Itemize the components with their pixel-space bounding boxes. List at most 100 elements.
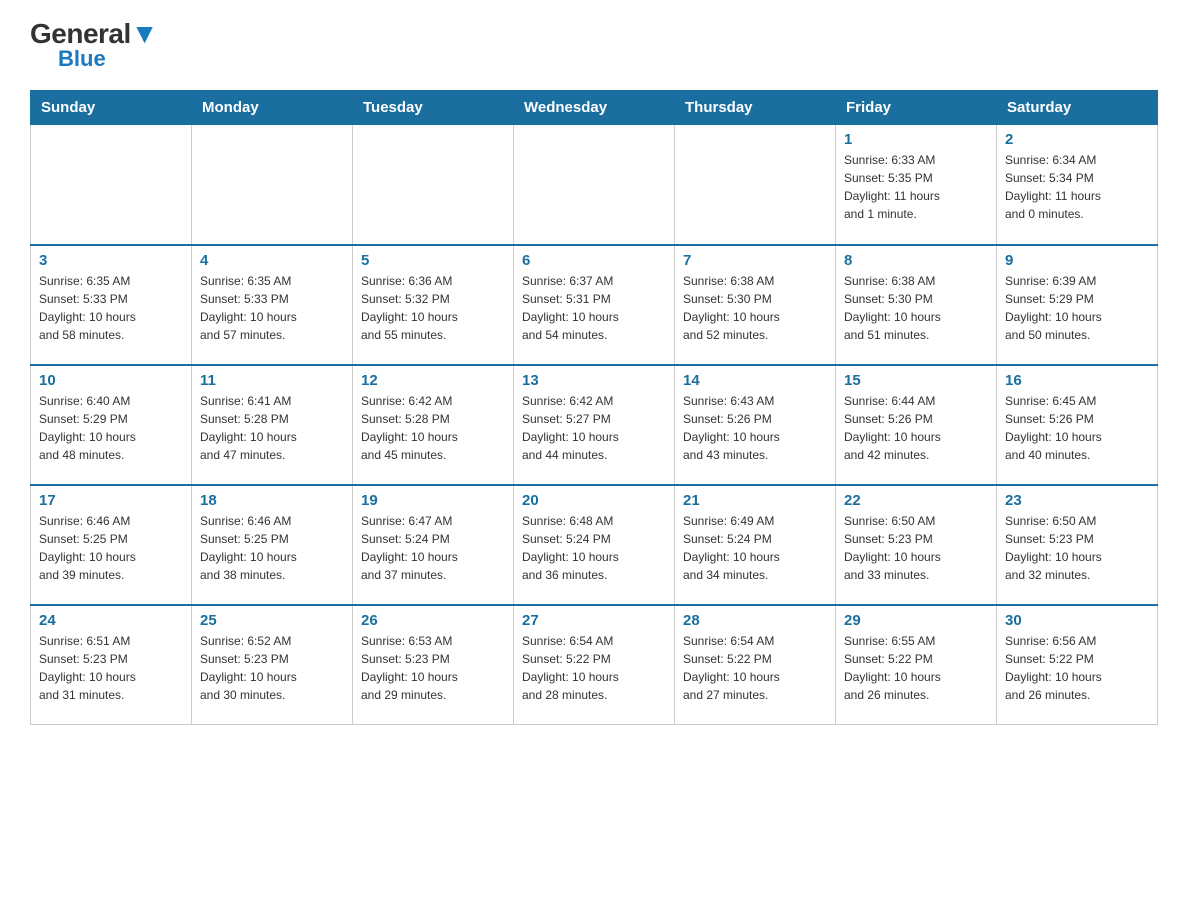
day-info: Sunrise: 6:45 AM Sunset: 5:26 PM Dayligh… (1005, 392, 1149, 464)
calendar-cell: 6 Sunrise: 6:37 AM Sunset: 5:31 PM Daylig… (514, 245, 675, 365)
weekday-header-monday: Monday (192, 91, 353, 125)
calendar-cell: 4 Sunrise: 6:35 AM Sunset: 5:33 PM Daylig… (192, 245, 353, 365)
calendar-cell: 29Sunrise: 6:55 AM Sunset: 5:22 PM Dayli… (836, 605, 997, 725)
header: General▼ Blue (30, 20, 1158, 70)
day-number: 12 (361, 372, 505, 389)
day-info: Sunrise: 6:52 AM Sunset: 5:23 PM Dayligh… (200, 632, 344, 704)
day-number: 27 (522, 612, 666, 629)
day-number: 3 (39, 252, 183, 269)
calendar-cell (192, 125, 353, 245)
calendar-cell: 11 Sunrise: 6:41 AM Sunset: 5:28 PM Dayli… (192, 365, 353, 485)
day-info: Sunrise: 6:37 AM Sunset: 5:31 PM Dayligh… (522, 272, 666, 344)
logo: General▼ Blue (30, 20, 158, 70)
day-number: 26 (361, 612, 505, 629)
calendar-cell: 3 Sunrise: 6:35 AM Sunset: 5:33 PM Daylig… (31, 245, 192, 365)
day-number: 11 (200, 372, 344, 389)
calendar-cell (31, 125, 192, 245)
day-number: 20 (522, 492, 666, 509)
day-number: 1 (844, 131, 988, 148)
day-number: 9 (1005, 252, 1149, 269)
day-number: 5 (361, 252, 505, 269)
day-number: 28 (683, 612, 827, 629)
day-info: Sunrise: 6:54 AM Sunset: 5:22 PM Dayligh… (683, 632, 827, 704)
week-row-2: 3 Sunrise: 6:35 AM Sunset: 5:33 PM Daylig… (31, 245, 1158, 365)
calendar-cell (514, 125, 675, 245)
calendar-cell: 15 Sunrise: 6:44 AM Sunset: 5:26 PM Dayli… (836, 365, 997, 485)
day-number: 6 (522, 252, 666, 269)
day-number: 8 (844, 252, 988, 269)
day-info: Sunrise: 6:51 AM Sunset: 5:23 PM Dayligh… (39, 632, 183, 704)
day-info: Sunrise: 6:35 AM Sunset: 5:33 PM Dayligh… (39, 272, 183, 344)
calendar-cell: 30 Sunrise: 6:56 AM Sunset: 5:22 PM Dayli… (997, 605, 1158, 725)
day-info: Sunrise: 6:47 AM Sunset: 5:24 PM Dayligh… (361, 512, 505, 584)
day-number: 25 (200, 612, 344, 629)
calendar-cell: 22Sunrise: 6:50 AM Sunset: 5:23 PM Dayli… (836, 485, 997, 605)
day-number: 10 (39, 372, 183, 389)
day-info: Sunrise: 6:39 AM Sunset: 5:29 PM Dayligh… (1005, 272, 1149, 344)
calendar-cell: 9 Sunrise: 6:39 AM Sunset: 5:29 PM Daylig… (997, 245, 1158, 365)
calendar-cell: 1 Sunrise: 6:33 AM Sunset: 5:35 PM Daylig… (836, 125, 997, 245)
day-info: Sunrise: 6:38 AM Sunset: 5:30 PM Dayligh… (683, 272, 827, 344)
day-info: Sunrise: 6:38 AM Sunset: 5:30 PM Dayligh… (844, 272, 988, 344)
day-info: Sunrise: 6:35 AM Sunset: 5:33 PM Dayligh… (200, 272, 344, 344)
logo-triangle-icon: ▼ (131, 18, 158, 49)
calendar-cell: 18Sunrise: 6:46 AM Sunset: 5:25 PM Dayli… (192, 485, 353, 605)
day-number: 22 (844, 492, 988, 509)
weekday-header-row: SundayMondayTuesdayWednesdayThursdayFrid… (31, 91, 1158, 125)
calendar-cell: 7 Sunrise: 6:38 AM Sunset: 5:30 PM Daylig… (675, 245, 836, 365)
day-number: 2 (1005, 131, 1149, 148)
day-info: Sunrise: 6:50 AM Sunset: 5:23 PM Dayligh… (1005, 512, 1149, 584)
calendar-cell: 12Sunrise: 6:42 AM Sunset: 5:28 PM Dayli… (353, 365, 514, 485)
weekday-header-thursday: Thursday (675, 91, 836, 125)
week-row-3: 10 Sunrise: 6:40 AM Sunset: 5:29 PM Dayli… (31, 365, 1158, 485)
calendar-cell: 8 Sunrise: 6:38 AM Sunset: 5:30 PM Daylig… (836, 245, 997, 365)
day-number: 30 (1005, 612, 1149, 629)
weekday-header-sunday: Sunday (31, 91, 192, 125)
calendar-cell: 27 Sunrise: 6:54 AM Sunset: 5:22 PM Dayli… (514, 605, 675, 725)
calendar-table: SundayMondayTuesdayWednesdayThursdayFrid… (30, 90, 1158, 725)
day-info: Sunrise: 6:36 AM Sunset: 5:32 PM Dayligh… (361, 272, 505, 344)
day-info: Sunrise: 6:56 AM Sunset: 5:22 PM Dayligh… (1005, 632, 1149, 704)
day-number: 18 (200, 492, 344, 509)
day-info: Sunrise: 6:42 AM Sunset: 5:27 PM Dayligh… (522, 392, 666, 464)
calendar-cell: 13 Sunrise: 6:42 AM Sunset: 5:27 PM Dayli… (514, 365, 675, 485)
calendar-cell: 23Sunrise: 6:50 AM Sunset: 5:23 PM Dayli… (997, 485, 1158, 605)
day-info: Sunrise: 6:33 AM Sunset: 5:35 PM Dayligh… (844, 151, 988, 223)
day-info: Sunrise: 6:43 AM Sunset: 5:26 PM Dayligh… (683, 392, 827, 464)
calendar-cell: 16 Sunrise: 6:45 AM Sunset: 5:26 PM Dayli… (997, 365, 1158, 485)
calendar-cell (353, 125, 514, 245)
calendar-cell (675, 125, 836, 245)
calendar-cell: 2Sunrise: 6:34 AM Sunset: 5:34 PM Daylig… (997, 125, 1158, 245)
day-info: Sunrise: 6:46 AM Sunset: 5:25 PM Dayligh… (39, 512, 183, 584)
day-info: Sunrise: 6:40 AM Sunset: 5:29 PM Dayligh… (39, 392, 183, 464)
day-number: 7 (683, 252, 827, 269)
day-info: Sunrise: 6:48 AM Sunset: 5:24 PM Dayligh… (522, 512, 666, 584)
week-row-1: 1 Sunrise: 6:33 AM Sunset: 5:35 PM Daylig… (31, 125, 1158, 245)
day-number: 16 (1005, 372, 1149, 389)
calendar-cell: 20 Sunrise: 6:48 AM Sunset: 5:24 PM Dayli… (514, 485, 675, 605)
weekday-header-saturday: Saturday (997, 91, 1158, 125)
calendar-cell: 19Sunrise: 6:47 AM Sunset: 5:24 PM Dayli… (353, 485, 514, 605)
calendar-cell: 21Sunrise: 6:49 AM Sunset: 5:24 PM Dayli… (675, 485, 836, 605)
day-info: Sunrise: 6:53 AM Sunset: 5:23 PM Dayligh… (361, 632, 505, 704)
calendar-cell: 10 Sunrise: 6:40 AM Sunset: 5:29 PM Dayli… (31, 365, 192, 485)
calendar-cell: 28 Sunrise: 6:54 AM Sunset: 5:22 PM Dayli… (675, 605, 836, 725)
day-info: Sunrise: 6:41 AM Sunset: 5:28 PM Dayligh… (200, 392, 344, 464)
logo-blue-text: Blue (58, 48, 106, 70)
day-info: Sunrise: 6:55 AM Sunset: 5:22 PM Dayligh… (844, 632, 988, 704)
day-number: 13 (522, 372, 666, 389)
weekday-header-wednesday: Wednesday (514, 91, 675, 125)
day-number: 15 (844, 372, 988, 389)
day-number: 4 (200, 252, 344, 269)
week-row-5: 24 Sunrise: 6:51 AM Sunset: 5:23 PM Dayli… (31, 605, 1158, 725)
day-number: 24 (39, 612, 183, 629)
day-info: Sunrise: 6:44 AM Sunset: 5:26 PM Dayligh… (844, 392, 988, 464)
logo-general-text: General▼ (30, 20, 158, 48)
calendar-cell: 26 Sunrise: 6:53 AM Sunset: 5:23 PM Dayli… (353, 605, 514, 725)
weekday-header-tuesday: Tuesday (353, 91, 514, 125)
calendar-cell: 14Sunrise: 6:43 AM Sunset: 5:26 PM Dayli… (675, 365, 836, 485)
calendar-cell: 5 Sunrise: 6:36 AM Sunset: 5:32 PM Daylig… (353, 245, 514, 365)
weekday-header-friday: Friday (836, 91, 997, 125)
day-info: Sunrise: 6:54 AM Sunset: 5:22 PM Dayligh… (522, 632, 666, 704)
calendar-cell: 25 Sunrise: 6:52 AM Sunset: 5:23 PM Dayli… (192, 605, 353, 725)
